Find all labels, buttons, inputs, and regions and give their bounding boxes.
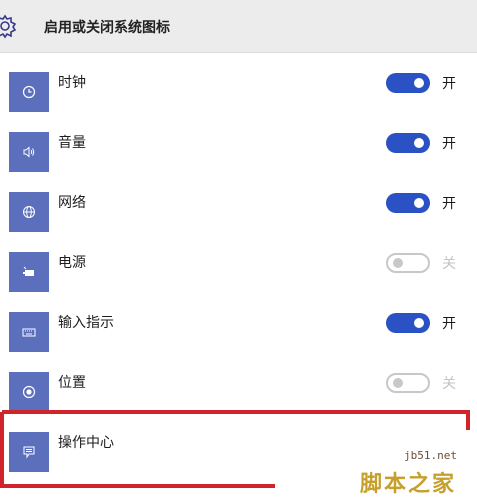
network-tile xyxy=(9,192,49,232)
toggle-knob xyxy=(414,198,424,208)
settings-row-input-indicator: 输入指示 开 xyxy=(0,300,477,360)
clock-tile xyxy=(9,72,49,112)
toggle-state: 开 xyxy=(442,316,456,332)
gear-icon xyxy=(0,14,17,39)
settings-row-clock: 时钟 开 xyxy=(0,60,477,120)
toggle-knob xyxy=(393,258,403,268)
settings-row-power: 电源 关 xyxy=(0,240,477,300)
settings-header: 启用或关闭系统图标 xyxy=(0,0,477,53)
location-toggle[interactable] xyxy=(386,373,430,393)
row-label: 操作中心 xyxy=(58,435,114,451)
clock-icon xyxy=(22,85,36,99)
input-indicator-tile xyxy=(9,312,49,352)
row-label: 电源 xyxy=(58,255,86,271)
globe-icon xyxy=(23,206,35,218)
location-tile xyxy=(9,372,49,412)
power-tile xyxy=(9,252,49,292)
toggle-state: 开 xyxy=(442,76,456,92)
toggle-knob xyxy=(414,78,424,88)
toggle-state: 开 xyxy=(442,136,456,152)
toggle-knob xyxy=(393,378,403,388)
settings-row-location: 位置 关 xyxy=(0,360,477,420)
settings-row-network: 网络 开 xyxy=(0,180,477,240)
message-icon xyxy=(23,446,35,459)
location-icon xyxy=(22,385,36,399)
volume-icon xyxy=(23,146,35,158)
network-toggle[interactable] xyxy=(386,193,430,213)
toggle-state: 关 xyxy=(442,376,456,392)
toggle-state: 开 xyxy=(442,196,456,212)
watermark-url: jb51.net xyxy=(404,449,457,462)
settings-row-volume: 音量 开 xyxy=(0,120,477,180)
page-title: 启用或关闭系统图标 xyxy=(44,20,170,36)
toggle-knob xyxy=(414,318,424,328)
power-toggle[interactable] xyxy=(386,253,430,273)
keyboard-icon xyxy=(22,328,36,337)
clock-toggle[interactable] xyxy=(386,73,430,93)
row-label: 输入指示 xyxy=(58,315,114,331)
input-indicator-toggle[interactable] xyxy=(386,313,430,333)
battery-icon xyxy=(23,266,34,276)
row-label: 位置 xyxy=(58,375,86,391)
toggle-state: 关 xyxy=(442,256,456,272)
toggle-knob xyxy=(414,138,424,148)
row-label: 时钟 xyxy=(58,75,86,91)
volume-toggle[interactable] xyxy=(386,133,430,153)
volume-tile xyxy=(9,132,49,172)
row-label: 音量 xyxy=(58,135,86,151)
action-center-tile xyxy=(9,432,49,472)
watermark-text: 脚本之家 xyxy=(360,472,457,497)
row-label: 网络 xyxy=(58,195,86,211)
